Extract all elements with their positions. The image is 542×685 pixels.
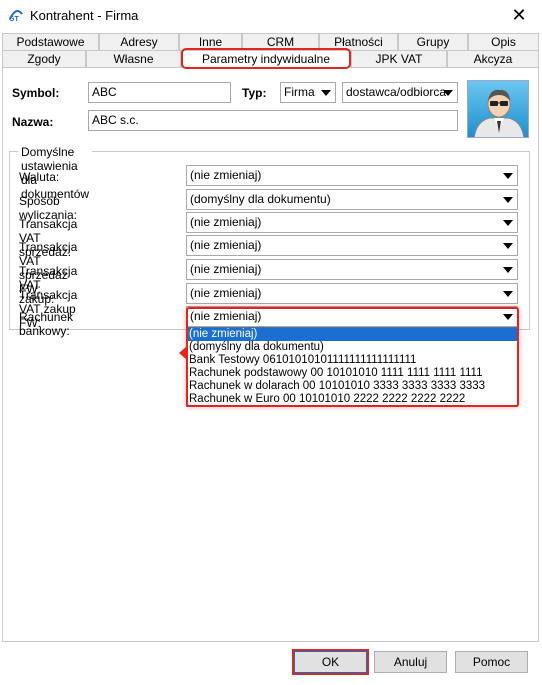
nazwa-input[interactable]: ABC s.c.	[88, 110, 458, 131]
waluta-label: Waluta:	[19, 170, 60, 184]
vat-sprzedaz-fw-select[interactable]: (nie zmieniaj)	[186, 235, 518, 256]
tab-platnosci[interactable]: Płatności	[319, 33, 398, 50]
vat-zakup-select[interactable]: (nie zmieniaj)	[186, 259, 518, 280]
nazwa-label: Nazwa:	[12, 115, 54, 129]
waluta-value: (nie zmieniaj)	[190, 168, 262, 182]
sposob-wyliczania-select[interactable]: (domyślny dla dokumentu)	[186, 189, 518, 210]
chevron-down-icon	[321, 90, 331, 96]
window-title: Kontrahent - Firma	[30, 8, 139, 23]
dropdown-option[interactable]: Rachunek w dolarach 00 10101010 3333 333…	[187, 380, 517, 393]
typ-label: Typ:	[242, 86, 267, 100]
waluta-select[interactable]: (nie zmieniaj)	[186, 165, 518, 186]
dropdown-option[interactable]: (nie zmieniaj)	[187, 328, 517, 341]
tab-podstawowe[interactable]: Podstawowe	[2, 33, 99, 50]
tab-inne[interactable]: Inne	[179, 33, 242, 50]
dropdown-option[interactable]: Rachunek w Euro 00 10101010 2222 2222 22…	[187, 393, 517, 406]
chevron-down-icon	[443, 90, 453, 96]
rachunek-bankowy-label: Rachunek bankowy:	[19, 310, 74, 338]
vat-zakup-fw-select[interactable]: (nie zmieniaj)	[186, 283, 518, 304]
ok-button[interactable]: OK	[294, 651, 367, 673]
title-bar: GT Kontrahent - Firma ✕	[0, 0, 542, 30]
typ-select-value: Firma	[284, 85, 315, 99]
cancel-button[interactable]: Anuluj	[374, 651, 447, 673]
typ-select[interactable]: Firma	[280, 82, 336, 103]
avatar[interactable]	[467, 80, 529, 138]
vat-sprzedaz-fw-value: (nie zmieniaj)	[190, 238, 262, 252]
chevron-down-icon	[503, 291, 513, 297]
vat-zakup-fw-value: (nie zmieniaj)	[190, 286, 262, 300]
svg-text:GT: GT	[9, 16, 19, 22]
tab-zgody[interactable]: Zgody	[2, 50, 86, 67]
role-select[interactable]: dostawca/odbiorca	[342, 82, 458, 103]
chevron-down-icon	[503, 314, 513, 320]
help-button[interactable]: Pomoc	[455, 651, 528, 673]
chevron-down-icon	[503, 243, 513, 249]
role-select-value: dostawca/odbiorca	[346, 85, 447, 99]
tab-grupy[interactable]: Grupy	[398, 33, 468, 50]
tab-crm[interactable]: CRM	[242, 33, 319, 50]
symbol-label: Symbol:	[12, 86, 60, 100]
highlight-pointer-icon	[179, 347, 186, 359]
chevron-down-icon	[503, 197, 513, 203]
rachunek-bankowy-select[interactable]: (nie zmieniaj)	[186, 306, 518, 327]
close-button[interactable]: ✕	[496, 0, 542, 30]
vat-sprzedaz-value: (nie zmieniaj)	[190, 215, 262, 229]
dropdown-option[interactable]: Rachunek podstawowy 00 10101010 1111 111…	[187, 367, 517, 380]
tab-akcyza[interactable]: Akcyza	[447, 50, 539, 67]
rachunek-bankowy-dropdown-list[interactable]: (nie zmieniaj) (domyślny dla dokumentu) …	[186, 327, 518, 407]
dropdown-option[interactable]: Bank Testowy 06101010101111111111111111	[187, 354, 517, 367]
chevron-down-icon	[503, 173, 513, 179]
vat-zakup-value: (nie zmieniaj)	[190, 262, 262, 276]
tab-opis[interactable]: Opis	[468, 33, 539, 50]
tab-parametry-indywidualne[interactable]: Parametry indywidualne	[181, 50, 351, 68]
symbol-input[interactable]: ABC	[88, 82, 231, 103]
rachunek-bankowy-value: (nie zmieniaj)	[190, 309, 262, 323]
tab-adresy[interactable]: Adresy	[99, 33, 179, 50]
dropdown-option[interactable]: (domyślny dla dokumentu)	[187, 341, 517, 354]
user-avatar-icon	[473, 89, 525, 137]
tab-wlasne[interactable]: Własne	[86, 50, 181, 67]
chevron-down-icon	[503, 267, 513, 273]
vat-sprzedaz-select[interactable]: (nie zmieniaj)	[186, 212, 518, 233]
sposob-wyliczania-value: (domyślny dla dokumentu)	[190, 192, 331, 206]
tab-jpk-vat[interactable]: JPK VAT	[351, 50, 447, 67]
chevron-down-icon	[503, 220, 513, 226]
app-logo-icon: GT	[8, 8, 24, 23]
